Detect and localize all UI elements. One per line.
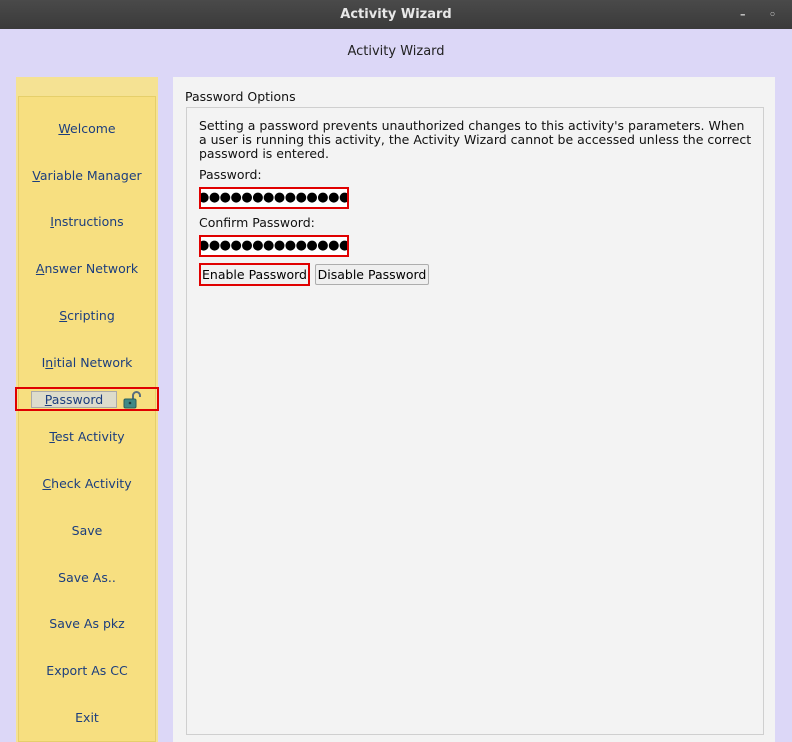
sidebar-item-save[interactable]: Save (16, 523, 158, 538)
password-label: Password: (199, 167, 262, 182)
sidebar-item-initial-network[interactable]: Initial Network (16, 355, 158, 370)
restore-button[interactable]: ◦ (769, 0, 776, 29)
sidebar-item-save-as-pkz[interactable]: Save As pkz (16, 616, 158, 631)
sidebar-item-exit[interactable]: Exit (16, 710, 158, 725)
page-title: Activity Wizard (347, 44, 445, 59)
enable-password-button[interactable]: Enable Password (199, 263, 310, 286)
sidebar-item-test-activity[interactable]: Test Activity (16, 429, 158, 444)
minimize-button[interactable]: – (740, 0, 746, 29)
sidebar-item-welcome[interactable]: Welcome (16, 121, 158, 136)
sidebar-item-password[interactable]: Password (15, 387, 159, 411)
sidebar-item-scripting[interactable]: Scripting (16, 308, 158, 323)
sidebar-item-save-as[interactable]: Save As.. (16, 570, 158, 585)
confirm-password-field[interactable]: ●●●●●●●●●●●●●●● (199, 235, 349, 257)
page-header: Activity Wizard (0, 29, 792, 77)
title-bar: Activity Wizard – ◦ (0, 0, 792, 29)
section-title: Password Options (185, 89, 296, 104)
unlocked-padlock-icon (123, 391, 141, 409)
password-nav-button[interactable]: Password (31, 391, 117, 408)
sidebar-item-check-activity[interactable]: Check Activity (16, 476, 158, 491)
sidebar-item-instructions[interactable]: Instructions (16, 214, 158, 229)
sidebar-item-export-as-cc[interactable]: Export As CC (16, 663, 158, 678)
description-text: Setting a password prevents unauthorized… (199, 118, 752, 161)
confirm-password-label: Confirm Password: (199, 215, 315, 230)
password-field[interactable]: ●●●●●●●●●●●●●●● (199, 187, 349, 209)
window-title: Activity Wizard (340, 7, 452, 22)
sidebar-item-answer-network[interactable]: Answer Network (16, 261, 158, 276)
sidebar-panel (18, 96, 156, 742)
disable-password-button[interactable]: Disable Password (315, 264, 429, 285)
sidebar-item-variable-manager[interactable]: Variable Manager (16, 168, 158, 183)
